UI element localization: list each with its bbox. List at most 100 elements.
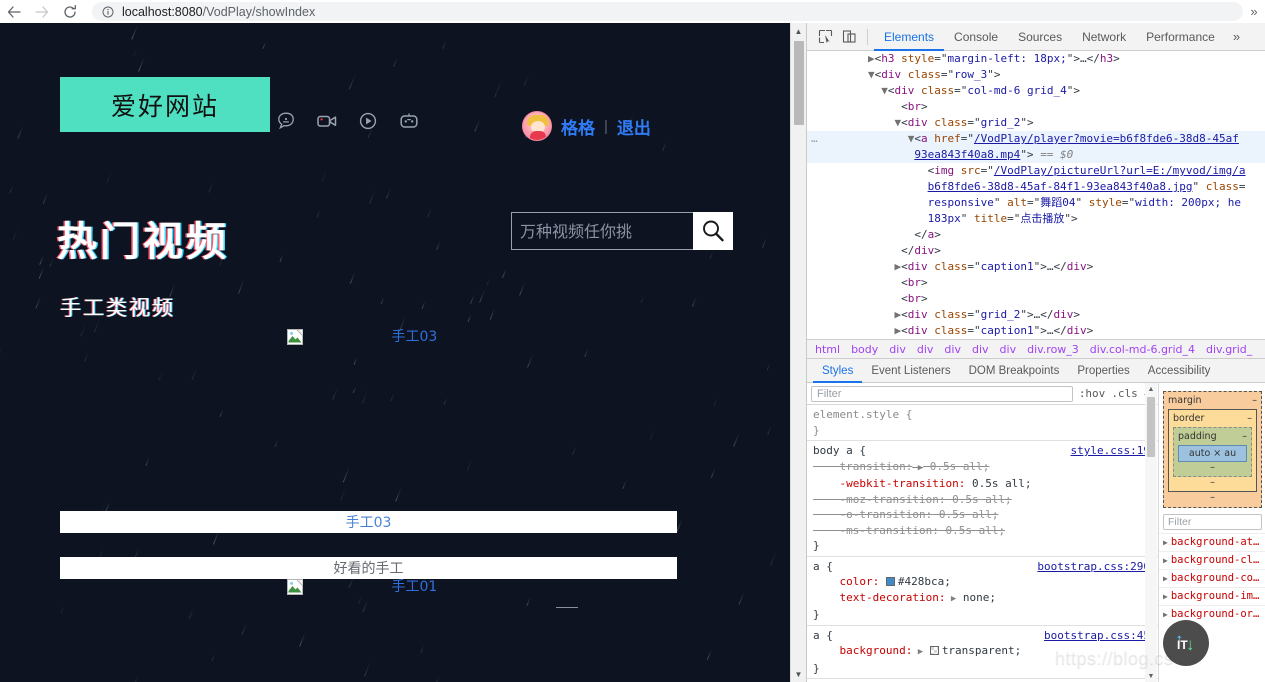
box-model-content[interactable]: auto × au	[1178, 445, 1247, 462]
devtools-tab-network[interactable]: Network	[1072, 23, 1136, 51]
css-property[interactable]: -moz-transition:	[813, 493, 945, 506]
breadcrumb-item[interactable]: div	[917, 343, 934, 356]
chevron-right-icon[interactable]: ▶	[1163, 610, 1168, 619]
computed-filter-input[interactable]: Filter	[1163, 514, 1262, 530]
dom-token-lnk[interactable]: /VodPlay/pictureUrl?url=E:/myvod/img/a	[994, 164, 1246, 177]
sidebar-tab-styles[interactable]: Styles	[813, 359, 863, 383]
search-button[interactable]	[693, 212, 733, 250]
css-declaration[interactable]: text-decoration: ▶ none;	[813, 590, 1158, 608]
css-property[interactable]: -webkit-transition:	[813, 477, 965, 490]
styles-scrollbar-thumb[interactable]	[1147, 397, 1155, 457]
dom-node-line[interactable]: 183px" title="点击播放">	[807, 211, 1265, 227]
scroll-down-arrow[interactable]: ▼	[791, 666, 806, 682]
computed-property[interactable]: ▶ background-im…	[1159, 587, 1265, 605]
more-tabs-button[interactable]: »	[1225, 29, 1248, 44]
breadcrumb-item[interactable]: html	[815, 343, 840, 356]
css-property[interactable]: -ms-transition:	[813, 524, 938, 537]
sidebar-tab-properties[interactable]: Properties	[1068, 359, 1138, 383]
info-circle-icon[interactable]	[102, 6, 114, 18]
css-property[interactable]: -o-transition:	[813, 508, 932, 521]
css-value[interactable]: 0.5s all;	[945, 493, 1012, 506]
breadcrumb-item[interactable]: div.grid_	[1206, 343, 1252, 356]
css-declaration[interactable]: color: #428bca;	[813, 574, 1158, 590]
play-circle-icon[interactable]	[358, 111, 378, 131]
chevron-right-icon[interactable]: ▶	[945, 594, 956, 604]
devtools-tab-elements[interactable]: Elements	[874, 23, 945, 51]
box-model-border-bottom[interactable]: –	[1173, 477, 1252, 488]
css-rule[interactable]: element.style {}	[807, 405, 1158, 441]
dom-node-line[interactable]: ▶<div class="grid_2">…</div>	[807, 307, 1265, 323]
forward-button[interactable]	[28, 1, 56, 23]
css-property[interactable]: color:	[813, 575, 879, 588]
css-declaration[interactable]: transition: ▶ 0.5s all;	[813, 459, 1158, 477]
dom-node-line[interactable]: ▼<div class="row_3">	[807, 67, 1265, 83]
dom-node-line[interactable]: 93ea843f40a8.mp4"> == $0	[807, 147, 1265, 163]
css-property[interactable]: text-decoration:	[813, 591, 945, 604]
dom-tree[interactable]: ▶<h3 style="margin-left: 18px;">…</h3> ▼…	[807, 51, 1265, 339]
dom-token-lnk[interactable]: /VodPlay/player?movie=b6f8fde6-38d8-45af	[974, 132, 1239, 145]
chevron-down-icon[interactable]: ▼	[868, 68, 875, 81]
color-swatch[interactable]	[885, 577, 895, 586]
css-value[interactable]: transparent;	[942, 644, 1021, 657]
back-button[interactable]	[0, 1, 28, 23]
dom-node-line[interactable]: <br>	[807, 99, 1265, 115]
breadcrumb-item[interactable]: div.col-md-6.grid_4	[1090, 343, 1195, 356]
cls-button[interactable]: .cls	[1111, 387, 1138, 400]
dom-node-line[interactable]: … ▼<a href="/VodPlay/player?movie=b6f8fd…	[807, 131, 1265, 147]
dom-node-line[interactable]: </div>	[807, 243, 1265, 259]
avatar[interactable]	[522, 111, 552, 141]
devtools-tab-console[interactable]: Console	[944, 23, 1008, 51]
reload-button[interactable]	[56, 1, 84, 23]
inspect-element-icon[interactable]	[813, 25, 837, 49]
scroll-up-arrow[interactable]: ▲	[791, 23, 806, 39]
css-rule-source[interactable]: bootstrap.css:45	[1044, 628, 1150, 644]
css-property[interactable]: background:	[813, 644, 912, 657]
css-value[interactable]: 0.5s all;	[932, 508, 999, 521]
css-rule[interactable]: bootstrap.css:45 a { background: ▶ transp…	[807, 626, 1158, 679]
dom-node-line[interactable]: </a>	[807, 227, 1265, 243]
chevron-right-icon[interactable]: ▶	[912, 647, 923, 657]
dom-node-line[interactable]: b6f8fde6-38d8-45af-84f1-93ea843f40a8.jpg…	[807, 179, 1265, 195]
box-model-diagram[interactable]: margin – border – padding – auto × au – …	[1163, 391, 1262, 508]
dom-token-lnk[interactable]: 93ea843f40a8.mp4	[914, 148, 1020, 161]
video-alt-link-1[interactable]: 手工01	[391, 579, 437, 595]
css-declaration[interactable]: background: ▶ transparent;	[813, 643, 1158, 661]
css-declaration[interactable]: -moz-transition: 0.5s all;	[813, 492, 1158, 508]
computed-property[interactable]: ▶ background-at…	[1159, 533, 1265, 551]
css-value[interactable]: 0.5s all;	[923, 460, 990, 473]
css-declaration[interactable]: -o-transition: 0.5s all;	[813, 507, 1158, 523]
css-rule[interactable]: bootstrap.css:290 a { color: #428bca; tex…	[807, 557, 1158, 626]
css-value[interactable]: none;	[956, 591, 996, 604]
chat-bubble-icon[interactable]	[276, 111, 296, 131]
robot-icon[interactable]	[398, 111, 420, 131]
css-selector[interactable]: element.style {	[813, 407, 1158, 423]
computed-property[interactable]: ▶ background-cl…	[1159, 551, 1265, 569]
css-rule[interactable]: style.css:19 body a { transition: ▶ 0.5s …	[807, 441, 1158, 557]
styles-scroll-up[interactable]: ▲	[1145, 383, 1157, 395]
sidebar-tab-dom-breakpoints[interactable]: DOM Breakpoints	[960, 359, 1069, 383]
css-value[interactable]: #428bca;	[898, 575, 951, 588]
styles-scrollbar[interactable]: ▲ ▼	[1145, 383, 1157, 682]
dom-ellipsis-gutter[interactable]: …	[811, 131, 819, 147]
computed-property[interactable]: ▶ background-or…	[1159, 605, 1265, 623]
dom-node-line[interactable]: responsive" alt="舞蹈04" style="width: 200…	[807, 195, 1265, 211]
video-camera-icon[interactable]	[316, 111, 338, 131]
color-swatch[interactable]	[929, 646, 939, 655]
css-value[interactable]: 0.5s all;	[965, 477, 1032, 490]
dom-node-line[interactable]: ▶<div class="caption1">…</div>	[807, 259, 1265, 275]
site-logo[interactable]: 爱好网站	[60, 77, 270, 132]
search-input[interactable]	[511, 212, 693, 250]
dom-node-line[interactable]: <img src="/VodPlay/pictureUrl?url=E:/myv…	[807, 163, 1265, 179]
chevron-right-icon[interactable]: ▶	[1163, 592, 1168, 601]
box-model-border-value[interactable]: –	[1247, 413, 1252, 424]
dom-node-line[interactable]: ▼<div class="grid_2">	[807, 115, 1265, 131]
breadcrumb-item[interactable]: div.row_3	[1027, 343, 1079, 356]
page-scrollbar[interactable]: ▲ ▼	[790, 23, 806, 682]
hov-button[interactable]: :hov	[1079, 387, 1106, 400]
scrollbar-thumb[interactable]	[794, 41, 804, 125]
address-bar[interactable]: localhost:8080/VodPlay/showIndex	[92, 2, 1243, 21]
box-model-padding-value[interactable]: –	[1242, 431, 1247, 442]
device-toolbar-icon[interactable]	[837, 25, 861, 49]
box-model-margin-bottom[interactable]: –	[1168, 492, 1257, 503]
chevron-right-icon[interactable]: ▶	[1163, 538, 1168, 547]
